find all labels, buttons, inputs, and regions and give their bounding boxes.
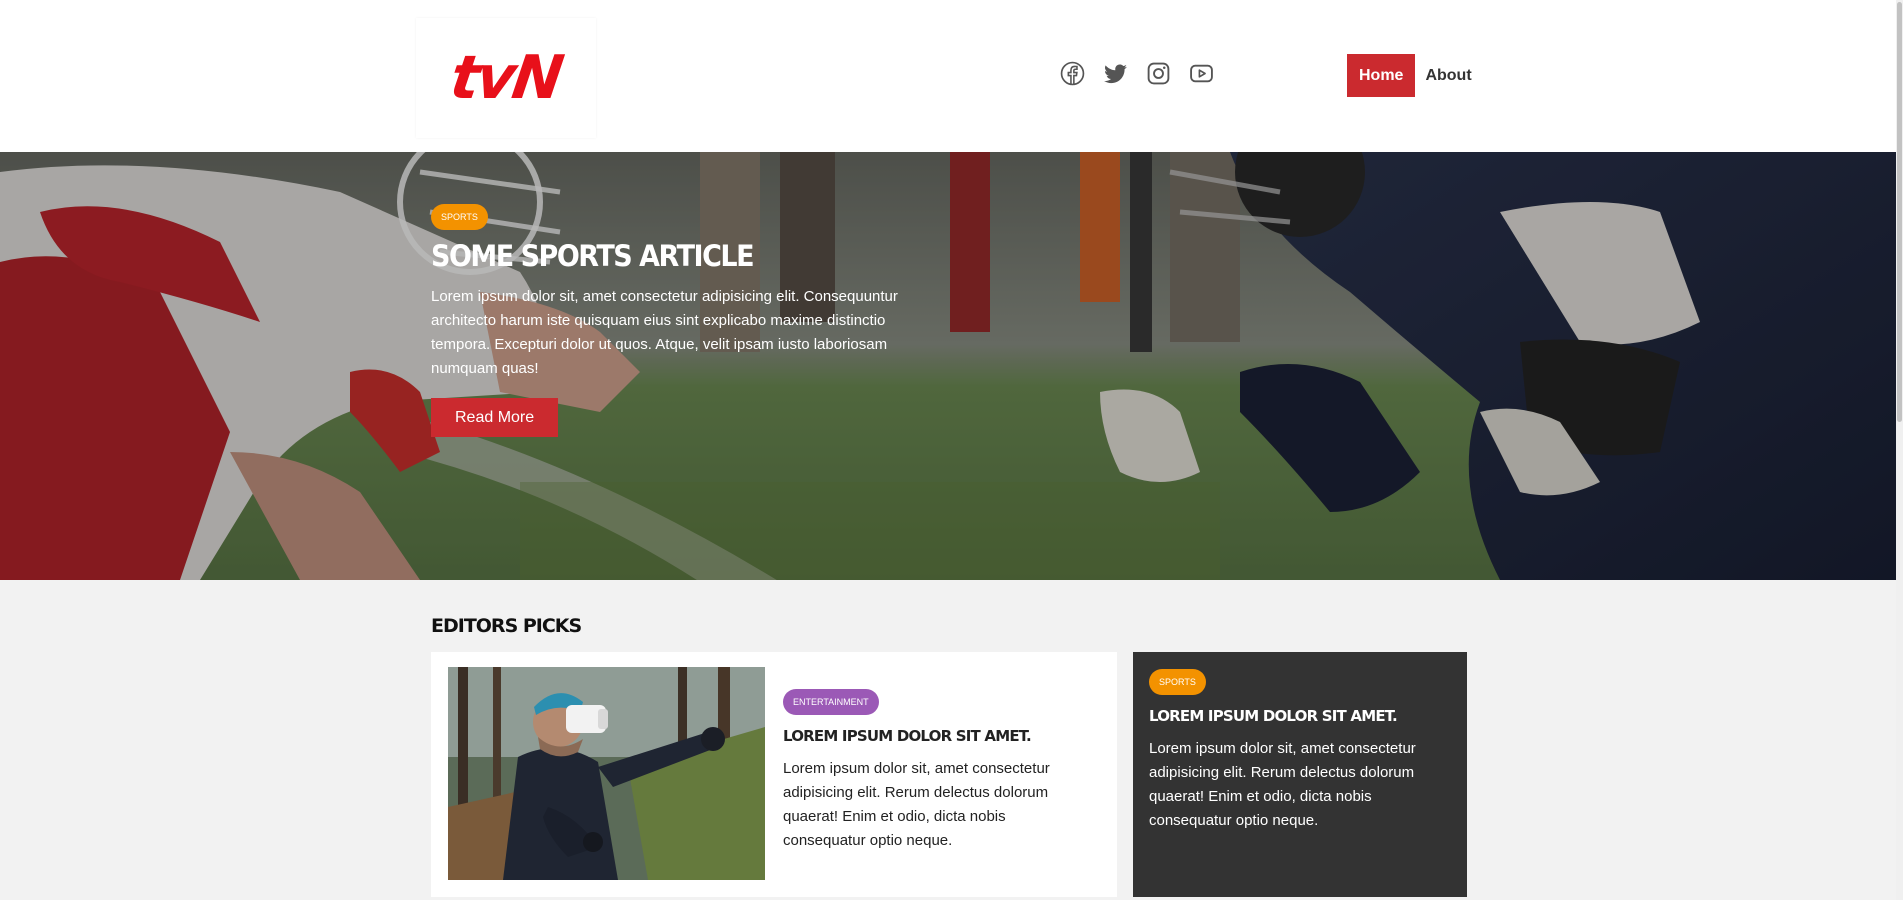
read-more-button[interactable]: Read More: [431, 398, 559, 437]
nav-about[interactable]: About: [1415, 54, 1481, 97]
main-nav: Home About: [1347, 54, 1482, 97]
hero-overlay: [0, 152, 1896, 580]
instagram-icon[interactable]: [1146, 61, 1171, 86]
scrollbar-thumb[interactable]: [1897, 2, 1902, 422]
category-badge[interactable]: ENTERTAINMENT: [783, 689, 879, 715]
card-body: SPORTS LOREM IPSUM DOLOR SIT AMET. Lorem…: [1149, 669, 1449, 833]
page-scrollbar[interactable]: [1896, 0, 1903, 900]
vr-headset-photo[interactable]: [448, 667, 765, 880]
hero-title[interactable]: SOME SPORTS ARTICLE: [431, 240, 931, 273]
hero-banner: SPORTS SOME SPORTS ARTICLE Lorem ipsum d…: [0, 152, 1896, 580]
card-excerpt: Lorem ipsum dolor sit, amet consectetur …: [1149, 740, 1416, 829]
hero-content: SPORTS SOME SPORTS ARTICLE Lorem ipsum d…: [431, 204, 931, 437]
youtube-icon[interactable]: [1189, 61, 1214, 86]
facebook-icon[interactable]: [1060, 61, 1085, 86]
twitter-icon[interactable]: [1103, 61, 1128, 86]
editors-pick-card-dark[interactable]: SPORTS LOREM IPSUM DOLOR SIT AMET. Lorem…: [1133, 652, 1467, 897]
social-links: [1060, 61, 1214, 86]
site-header: tvN Home About: [0, 0, 1896, 152]
category-badge[interactable]: SPORTS: [431, 204, 488, 230]
section-title-editors-picks: EDITORS PICKS: [431, 615, 582, 637]
card-title[interactable]: LOREM IPSUM DOLOR SIT AMET.: [1149, 707, 1449, 725]
card-excerpt: Lorem ipsum dolor sit, amet consectetur …: [783, 760, 1050, 849]
logo-text: tvN: [446, 43, 566, 113]
category-badge[interactable]: SPORTS: [1149, 669, 1206, 695]
site-logo[interactable]: tvN: [416, 18, 596, 138]
editors-pick-card[interactable]: ENTERTAINMENT LOREM IPSUM DOLOR SIT AMET…: [431, 652, 1117, 897]
hero-excerpt: Lorem ipsum dolor sit, amet consectetur …: [431, 288, 898, 377]
nav-home[interactable]: Home: [1347, 54, 1416, 97]
card-body: ENTERTAINMENT LOREM IPSUM DOLOR SIT AMET…: [783, 689, 1083, 853]
card-title[interactable]: LOREM IPSUM DOLOR SIT AMET.: [783, 727, 1083, 745]
